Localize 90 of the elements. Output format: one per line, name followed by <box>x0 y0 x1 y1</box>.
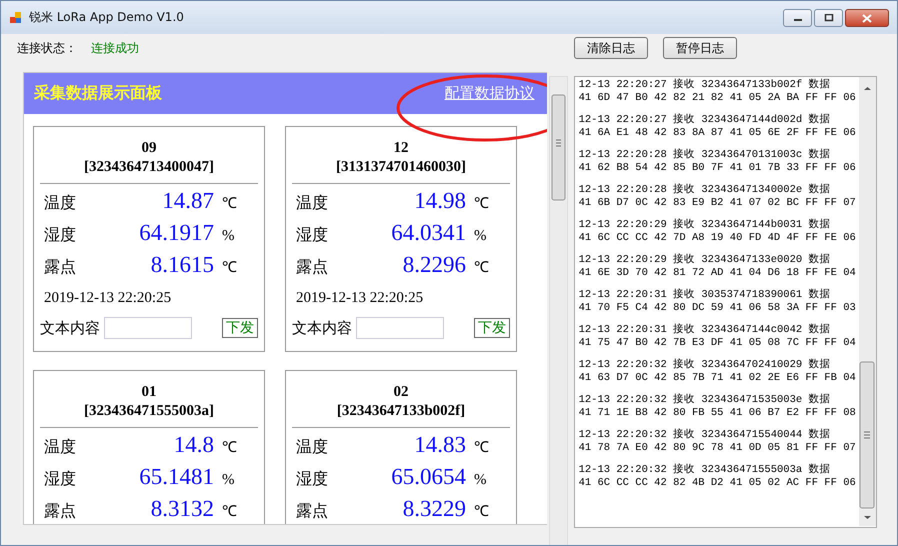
log-line: 12-13 22:20:29 接收 32343647144b0031 数据 <box>578 219 832 232</box>
unit-label: ℃ <box>222 195 237 213</box>
log-data: 41 71 1E B8 42 80 FB 55 41 06 B7 E2 FF FF 08 <box>578 406 857 419</box>
text-label: 文本内容 <box>292 318 352 338</box>
text-input-field[interactable] <box>356 317 444 339</box>
log-line: 12-13 22:20:32 接收 323436471555003a 数据 <box>578 464 832 476</box>
log-line: 12-13 22:20:29 接收 32343647133e0020 数据 <box>578 254 832 266</box>
log-data: 41 70 F5 C4 42 80 DC 59 41 06 58 3A FF FF 03 <box>578 302 857 314</box>
log-line: 12-13 22:20:28 接收 323436471340002e 数据 <box>578 184 832 196</box>
unit-label: % <box>474 228 486 245</box>
measure-label: 湿度 <box>295 469 329 490</box>
measure-label: 温度 <box>43 193 77 214</box>
measure-label: 温度 <box>295 193 329 214</box>
unit-label: ℃ <box>222 259 237 277</box>
unit-label: % <box>222 228 234 245</box>
close-icon <box>862 14 872 22</box>
log-line: 12-13 22:20:32 接收 323436471535003e 数据 <box>578 394 832 406</box>
log-line: 12-13 22:20:27 接收 32343647144d002d 数据 <box>578 114 832 126</box>
log-data: 41 6D 47 B0 42 82 21 82 41 05 2A BA FF FF 06 <box>578 92 857 104</box>
unit-label: ℃ <box>222 503 237 521</box>
log-data: 41 6E 3D 70 42 81 72 AD 41 04 D6 18 FF FE 04 <box>578 266 857 279</box>
measure-label: 露点 <box>43 257 77 278</box>
text-input-field[interactable] <box>104 317 192 339</box>
measure-value: 14.8 <box>172 432 214 458</box>
device-id: [32343647133b002f] <box>336 402 466 421</box>
measure-label: 露点 <box>43 501 77 522</box>
unit-label: % <box>222 472 234 489</box>
unit-label: ℃ <box>474 503 489 521</box>
device-id: [3131374701460030] <box>335 158 467 177</box>
text-label: 文本内容 <box>40 318 100 338</box>
measure-label: 湿度 <box>295 225 329 246</box>
measure-value: 65.1481 <box>138 464 214 490</box>
measure-value: 64.0341 <box>390 220 466 246</box>
timestamp: 2019-12-13 22:20:25 <box>44 290 172 307</box>
measure-value: 8.3229 <box>402 496 466 522</box>
log-data: 41 6C CC CC 42 7D A8 19 40 FD 4D 4F FF FE 06 <box>578 232 857 244</box>
close-button[interactable] <box>845 9 889 27</box>
app-icon <box>9 10 23 24</box>
timestamp: 2019-12-13 22:20:25 <box>296 290 424 307</box>
measure-label: 露点 <box>295 501 329 522</box>
status-value: 连接成功 <box>91 40 139 56</box>
log-button[interactable]: 暂停日志 <box>663 37 737 59</box>
log-button[interactable]: 清除日志 <box>574 37 648 59</box>
log-data: 41 6A E1 48 42 83 8A 87 41 05 6E 2F FF FE 06 <box>578 126 857 139</box>
minimize-button[interactable] <box>783 9 812 27</box>
log-line: 12-13 22:20:31 接收 32343647144c0042 数据 <box>578 324 832 336</box>
device-name: 09 <box>140 139 158 158</box>
measure-value: 14.98 <box>413 188 466 214</box>
log-data: 41 75 47 B0 42 7B E3 DF 41 05 08 7C FF FF 04 <box>578 336 857 349</box>
log-line: 12-13 22:20:32 接收 3234364715540044 数据 <box>578 429 832 442</box>
measure-value: 64.1917 <box>138 220 214 246</box>
log-line: 12-13 22:20:27 接收 32343647133b002f 数据 <box>578 79 832 92</box>
window-title: 锐米 LoRa App Demo V1.0 <box>29 9 184 26</box>
unit-label: ℃ <box>474 259 489 277</box>
unit-label: ℃ <box>474 195 489 213</box>
measure-value: 8.3132 <box>150 496 214 522</box>
log-line: 12-13 22:20:28 接收 323436470131003c 数据 <box>578 149 832 162</box>
unit-label: % <box>474 472 486 489</box>
device-id: [3234364713400047] <box>83 158 215 177</box>
maximize-button[interactable] <box>814 9 843 27</box>
measure-label: 湿度 <box>43 469 77 490</box>
measure-value: 8.2296 <box>402 252 466 278</box>
measure-value: 14.83 <box>413 432 466 458</box>
measure-label: 湿度 <box>43 225 77 246</box>
measure-label: 温度 <box>295 437 329 458</box>
unit-label: ℃ <box>222 439 237 457</box>
measure-label: 露点 <box>295 257 329 278</box>
measure-value: 8.1615 <box>150 252 214 278</box>
status-label: 连接状态： <box>17 40 77 56</box>
maximize-icon <box>824 14 834 22</box>
unit-label: ℃ <box>474 439 489 457</box>
config-protocol-link[interactable]: 配置数据协议 <box>444 84 535 103</box>
device-name: 01 <box>140 383 158 402</box>
send-button[interactable]: 下发 <box>222 318 258 338</box>
log-scrollbar[interactable] <box>859 77 876 526</box>
device-id: [323436471555003a] <box>83 402 215 421</box>
send-button[interactable]: 下发 <box>474 318 510 338</box>
log-line: 12-13 22:20:32 接收 3234364702410029 数据 <box>578 359 832 372</box>
log-data: 41 6B D7 0C 42 83 E9 B2 41 07 02 BC FF FF 07 <box>578 196 857 209</box>
measure-value: 65.0654 <box>390 464 466 490</box>
log-data: 41 63 D7 0C 42 85 7B 71 41 02 2E E6 FF FB 04 <box>578 372 857 384</box>
log-line: 12-13 22:20:31 接收 3035374718390061 数据 <box>578 289 832 302</box>
measure-label: 温度 <box>43 437 77 458</box>
panel-title: 采集数据展示面板 <box>34 83 162 104</box>
device-name: 02 <box>392 383 410 402</box>
device-name: 12 <box>392 139 410 158</box>
log-data: 41 78 7A E0 42 80 9C 78 41 0D 05 81 FF FF 07 <box>578 442 857 454</box>
log-data: 41 6C CC CC 42 82 4B D2 41 05 02 AC FF FF 06 <box>578 476 857 489</box>
log-data: 41 62 B8 54 42 85 B0 7F 41 01 7B 33 FF FF 06 <box>578 162 857 174</box>
measure-value: 14.87 <box>161 188 214 214</box>
